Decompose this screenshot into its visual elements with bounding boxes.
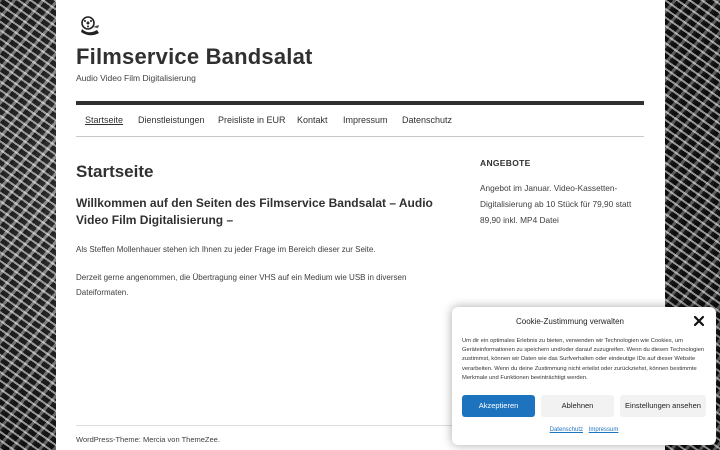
nav-item-impressum[interactable]: Impressum: [343, 115, 388, 125]
paragraph-offer: Derzeit gerne angenommen, die Übertragun…: [76, 273, 407, 297]
nav-item-startseite[interactable]: Startseite: [85, 115, 123, 125]
cookie-text: Um dir ein optimales Erlebnis zu bieten,…: [462, 338, 705, 381]
deny-button[interactable]: Ablehnen: [541, 395, 614, 417]
filmreel-mascot-icon[interactable]: [79, 15, 101, 37]
sidebar: ANGEBOTE Angebot im Januar. Video-Kasset…: [480, 158, 650, 228]
footer-credit[interactable]: WordPress-Theme: Mercia von ThemeZee.: [76, 435, 220, 444]
cookie-consent-dialog: Cookie-Zustimmung verwalten Um dir ein o…: [452, 307, 716, 445]
site-title[interactable]: Filmservice Bandsalat: [76, 44, 313, 70]
nav-item-preisliste[interactable]: Preisliste in EUR: [218, 115, 286, 125]
accept-button[interactable]: Akzeptieren: [462, 395, 535, 417]
nav-item-kontakt[interactable]: Kontakt: [297, 115, 328, 125]
nav-item-dienstleistungen[interactable]: Dienstleistungen: [138, 115, 205, 125]
nav-item-datenschutz[interactable]: Datenschutz: [402, 115, 452, 125]
widget-text: Angebot im Januar. Video-Kassetten-Digit…: [480, 183, 632, 225]
settings-button[interactable]: Einstellungen ansehen: [620, 395, 706, 417]
widget-title: ANGEBOTE: [480, 158, 531, 168]
site-description: Audio Video Film Digitalisierung: [76, 73, 196, 83]
cookie-title: Cookie-Zustimmung verwalten: [515, 317, 625, 326]
paragraph-contact: Als Steffen Mollenhauer stehen ich Ihnen…: [76, 245, 376, 254]
page-title: Startseite: [76, 162, 154, 181]
cookie-links: Datenschutz Impressum: [452, 427, 716, 433]
privacy-link[interactable]: Datenschutz: [550, 427, 583, 433]
imprint-link[interactable]: Impressum: [589, 427, 619, 433]
close-icon[interactable]: [692, 314, 706, 328]
intro-heading: Willkommen auf den Seiten des Filmservic…: [76, 196, 433, 227]
main-navigation: Startseite Dienstleistungen Preisliste i…: [76, 101, 644, 137]
